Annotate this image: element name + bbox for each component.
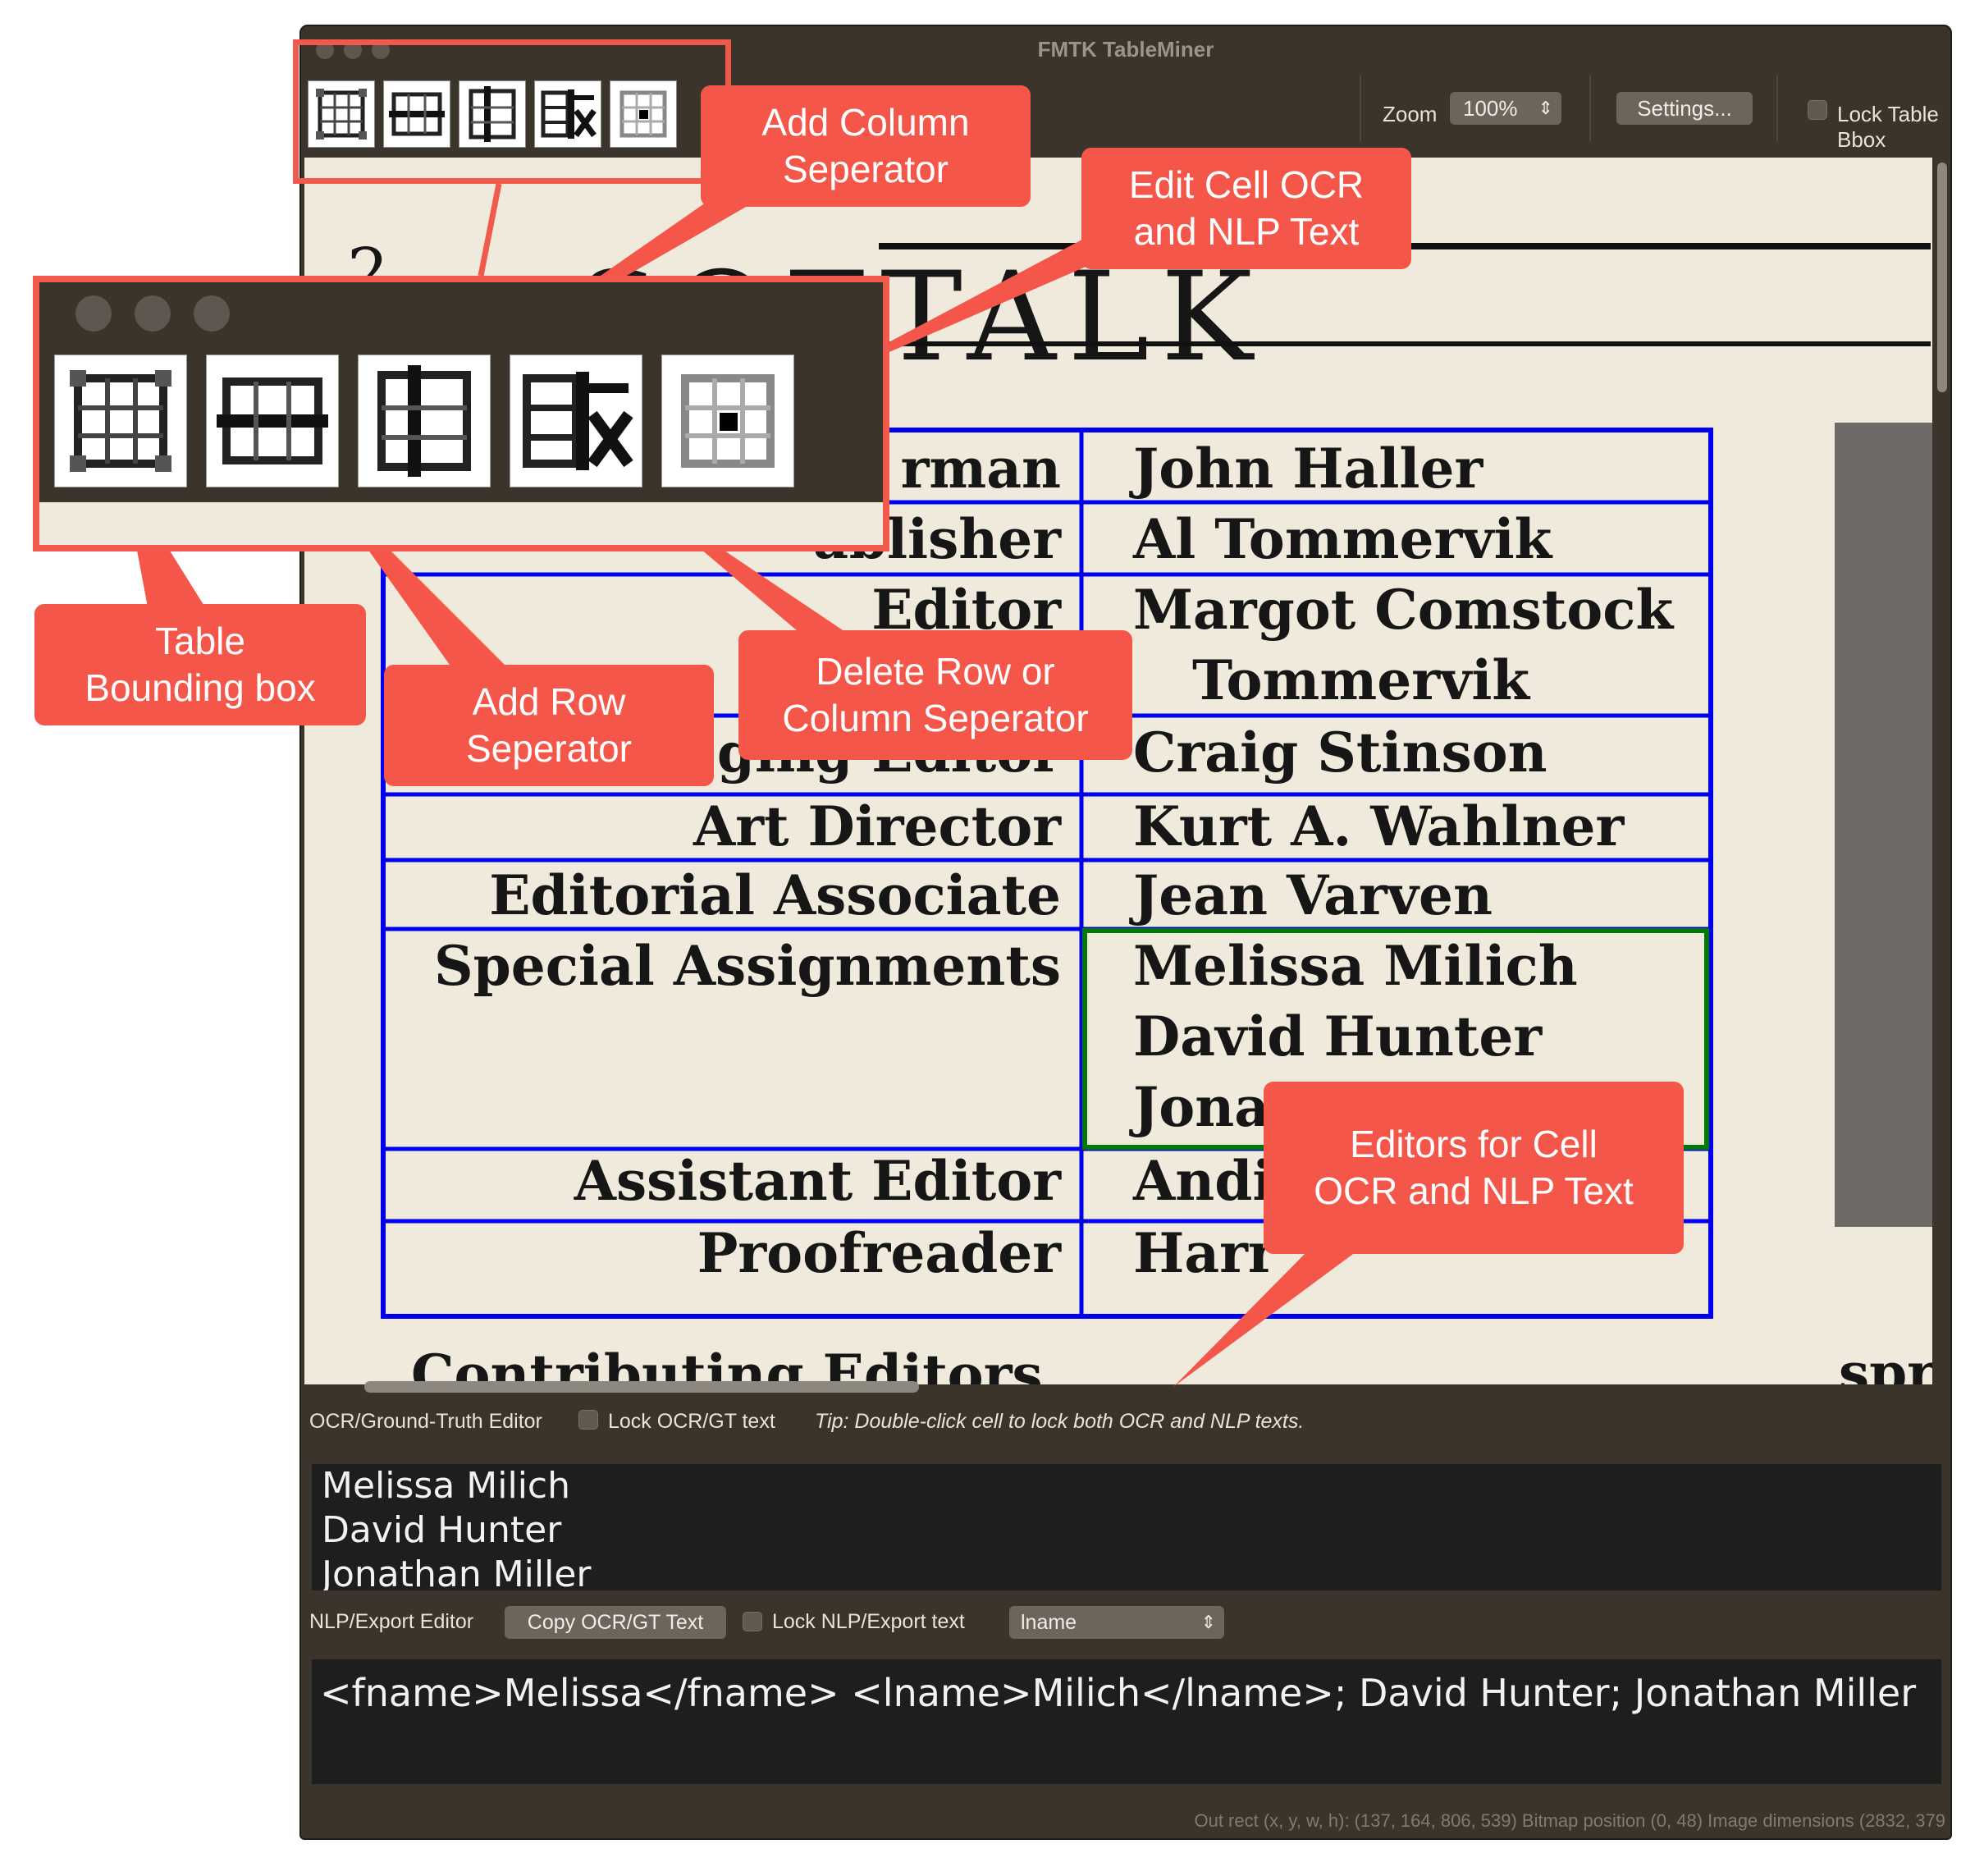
callout-delete-separator: Delete Row or Column Seperator (738, 630, 1132, 760)
edit-cell-icon (681, 374, 775, 468)
zoomed-minimize-dot (135, 295, 171, 332)
add-column-separator-icon (377, 365, 471, 477)
zoomed-edit-cell-button (661, 355, 794, 487)
callout-add-row-separator: Add Row Seperator (384, 665, 714, 786)
callout-edit-cell-text: Edit Cell OCR and NLP Text (1081, 148, 1411, 269)
zoomed-add-column-button (358, 355, 491, 487)
zoomed-canvas-strip (39, 502, 883, 545)
zoomed-add-row-button (206, 355, 339, 487)
callout-add-column-separator: Add Column Seperator (701, 85, 1031, 207)
add-row-separator-icon (217, 377, 328, 464)
zoomed-close-dot (75, 295, 112, 332)
callout-table-bounding-box: Table Bounding box (34, 604, 366, 725)
zoomed-delete-separator-button (510, 355, 642, 487)
delete-separator-icon (523, 372, 633, 470)
zoomed-table-bbox-button (54, 355, 187, 487)
zoomed-toolbar-panel (33, 276, 889, 551)
zoomed-zoom-dot (194, 295, 230, 332)
callout-cell-editors: Editors for Cell OCR and NLP Text (1264, 1082, 1684, 1254)
table-bbox-icon (70, 370, 171, 472)
